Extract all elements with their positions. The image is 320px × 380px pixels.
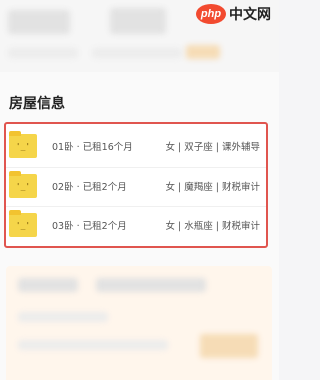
blurred-content [110,8,166,34]
room-name: 02卧 · 已租2个月 [52,182,127,193]
watermark-logo: php [196,4,226,24]
watermark: php 中文网 [196,4,271,24]
room-folder-icon: '_' [9,134,37,158]
section-title: 房屋信息 [9,96,65,112]
room-folder-icon: '_' [9,213,37,237]
room-name: 03卧 · 已租2个月 [52,221,127,232]
watermark-text: 中文网 [229,7,271,23]
blurred-content [18,340,168,350]
blurred-content [18,278,78,292]
room-row[interactable]: '_' 03卧 · 已租2个月 女 | 水瓶座 | 财税审计 [6,206,266,243]
blurred-content [200,334,258,358]
blurred-content [8,48,78,58]
room-list: '_' 01卧 · 已租16个月 女 | 双子座 | 课外辅导 '_' 02卧 … [4,122,268,248]
blurred-content [186,45,220,59]
room-row[interactable]: '_' 02卧 · 已租2个月 女 | 魔羯座 | 财税审计 [6,167,266,204]
blurred-content [8,10,70,34]
room-icon-face: '_' [15,181,31,191]
room-icon-face: '_' [15,220,31,230]
page: php 中文网 房屋信息 '_' 01卧 · 已租16个月 女 | 双子座 | … [0,0,279,380]
room-row[interactable]: '_' 01卧 · 已租16个月 女 | 双子座 | 课外辅导 [6,128,266,164]
room-tenant-info: 女 | 水瓶座 | 财税审计 [165,221,260,232]
room-folder-icon: '_' [9,174,37,198]
blurred-content [96,278,206,292]
room-tenant-info: 女 | 双子座 | 课外辅导 [165,142,260,153]
room-name: 01卧 · 已租16个月 [52,142,133,153]
room-icon-face: '_' [15,141,31,151]
blurred-content [92,48,182,58]
blurred-content [18,312,108,322]
room-tenant-info: 女 | 魔羯座 | 财税审计 [165,182,260,193]
bottom-blurred-card [6,266,272,380]
